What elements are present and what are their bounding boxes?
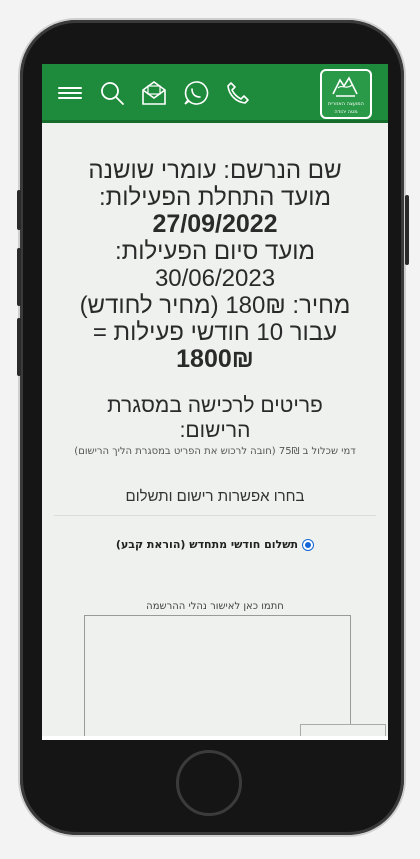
payment-option-label[interactable]: תשלום חודשי מתחדש (הוראת קבע) <box>116 538 298 551</box>
council-logo[interactable]: המועצה האזורית מטה יהודה <box>320 69 372 119</box>
top-navigation-bar: המועצה האזורית מטה יהודה <box>42 64 388 123</box>
signature-label: חתמו כאן לאישור נהלי ההרשמה <box>146 601 284 612</box>
logo-text-2: מטה יהודה <box>334 109 358 115</box>
registration-content: שם הנרשם: עומרי שושנה מועד התחלת הפעילות… <box>42 123 388 612</box>
phone-icon[interactable] <box>224 79 252 107</box>
mute-switch <box>17 190 21 230</box>
registration-summary: שם הנרשם: עומרי שושנה מועד התחלת הפעילות… <box>42 157 388 373</box>
payment-option-row[interactable]: תשלום חודשי מתחדש (הוראת קבע) <box>42 538 388 551</box>
items-note: דמי שכלול ב 75₪ (חובה לרכוש את הפריט במס… <box>74 446 356 457</box>
total-price: 1800₪ <box>176 345 254 373</box>
mail-icon[interactable] <box>140 79 168 107</box>
volume-down-button <box>17 318 21 376</box>
logo-emblem-icon <box>332 76 358 97</box>
logo-text-1: המועצה האזורית <box>328 101 364 107</box>
home-button[interactable] <box>176 750 242 816</box>
volume-up-button <box>17 248 21 306</box>
screen-bottom-bar <box>42 736 388 740</box>
power-button <box>405 195 409 265</box>
menu-icon[interactable] <box>56 79 84 107</box>
whatsapp-icon[interactable] <box>182 79 210 107</box>
screen: המועצה האזורית מטה יהודה שם הנרשם: עומרי… <box>42 64 388 740</box>
start-date-label: מועד התחלת הפעילות: <box>99 184 331 211</box>
items-title-line1: פריטים לרכישה במסגרת <box>107 394 323 417</box>
start-date-value: 27/09/2022 <box>152 210 278 238</box>
items-title: פריטים לרכישה במסגרת הרישום: <box>42 393 388 443</box>
months-line: עבור 10 חודשי פעילות = <box>92 319 338 346</box>
items-title-line2: הרישום: <box>179 419 251 442</box>
signature-pad[interactable] <box>84 615 351 740</box>
price-line: מחיר: 180₪ (מחיר לחודש) <box>79 292 351 319</box>
end-date-label: מועד סיום הפעילות: <box>114 238 316 265</box>
payment-choose-label: בחרו אפשרות רישום ותשלום <box>125 488 305 505</box>
search-icon[interactable] <box>98 79 126 107</box>
divider <box>54 515 376 516</box>
registrant-name: שם הנרשם: עומרי שושנה <box>88 157 342 184</box>
payment-option-radio[interactable] <box>302 538 315 551</box>
end-date-value: 30/06/2023 <box>154 265 276 292</box>
